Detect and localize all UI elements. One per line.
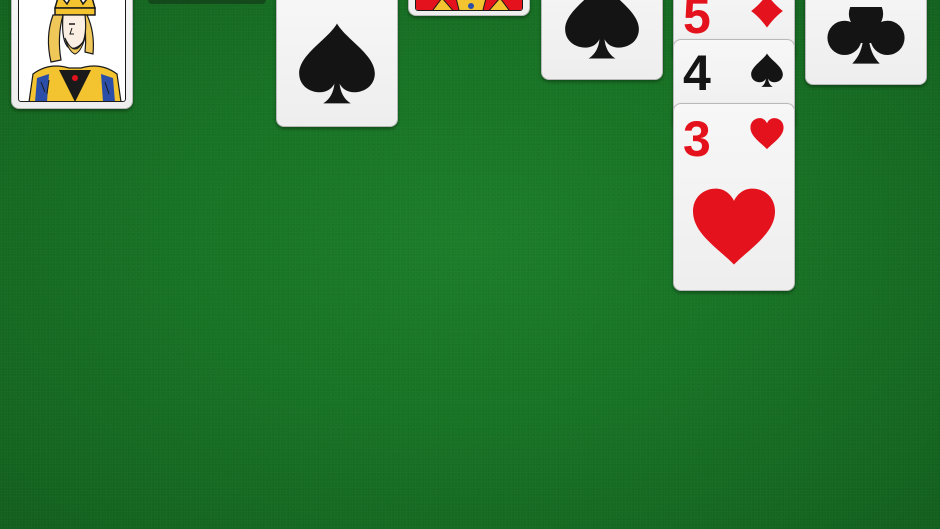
club-suit-icon xyxy=(827,7,905,64)
face-card-partial[interactable] xyxy=(408,0,530,16)
felt-table-texture xyxy=(0,0,940,529)
spade-suit-icon xyxy=(299,23,375,104)
face-card-icon xyxy=(416,0,522,10)
face-card-art xyxy=(415,0,523,11)
card-stack-edge xyxy=(148,0,266,4)
spade-suit-icon xyxy=(565,0,639,59)
card-rank: 3 xyxy=(683,111,711,167)
king-portrait-art xyxy=(18,0,126,102)
heart-suit-icon xyxy=(750,118,784,150)
card-rank: 4 xyxy=(683,45,711,101)
heart-suit-icon xyxy=(693,188,775,265)
spade-suit-icon xyxy=(751,53,783,87)
clubs-card[interactable] xyxy=(805,0,927,85)
king-icon xyxy=(28,0,122,101)
diamond-suit-icon xyxy=(751,0,783,28)
card-rank: 5 xyxy=(683,0,711,44)
three-of-hearts-card[interactable]: 3 xyxy=(673,103,795,291)
spades-card[interactable] xyxy=(276,0,398,127)
spades-card-2[interactable] xyxy=(541,0,663,80)
king-of-clubs-card[interactable] xyxy=(11,0,133,109)
